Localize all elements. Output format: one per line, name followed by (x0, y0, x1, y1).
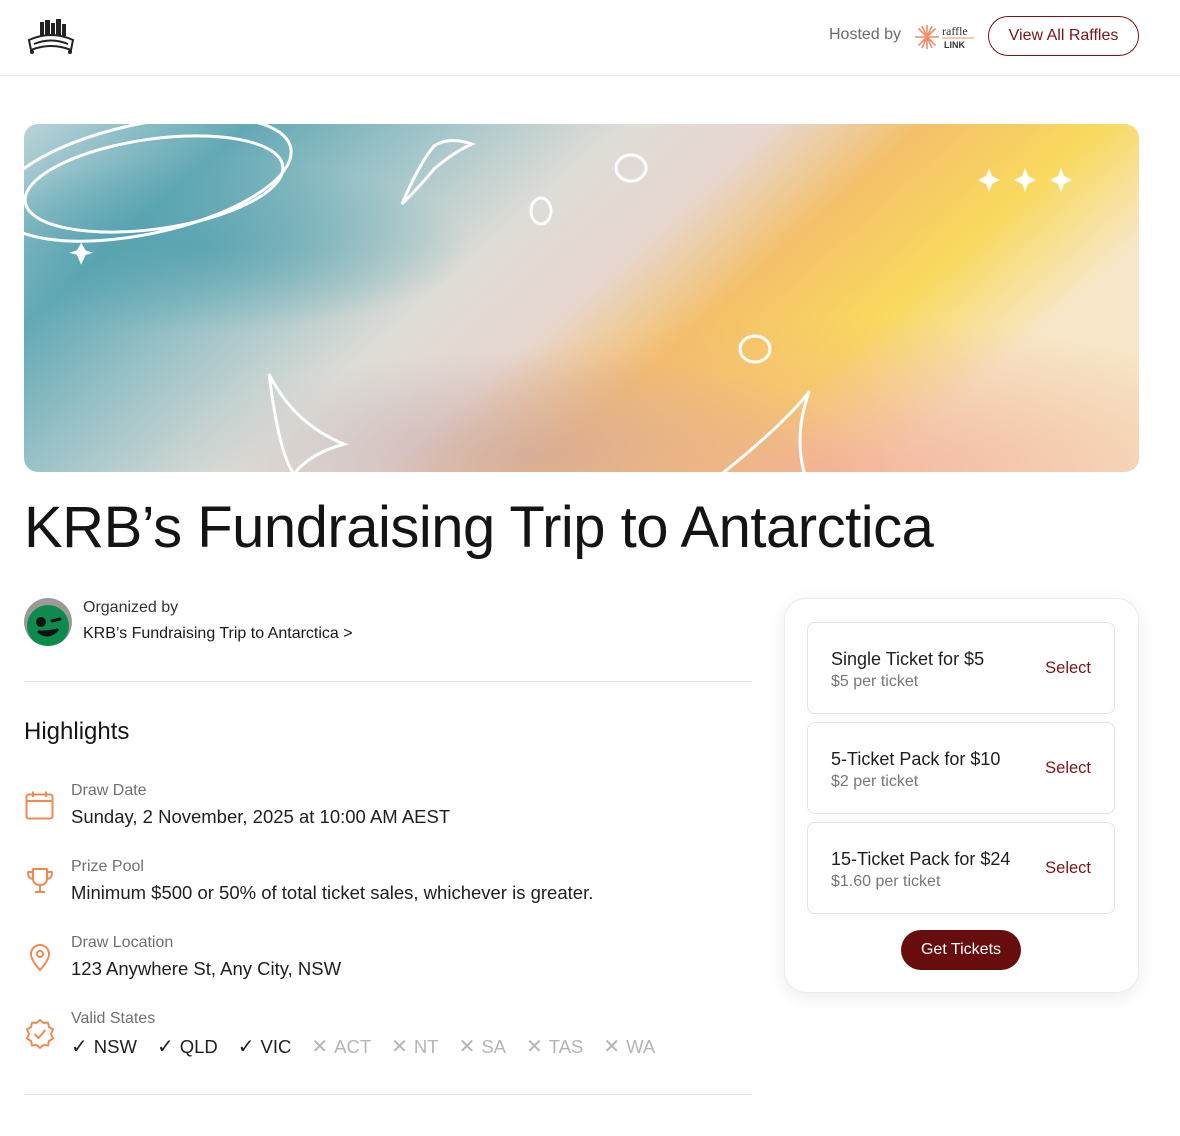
state-item-wa: ✕ WA (603, 1034, 655, 1059)
state-item-nt: ✕ NT (391, 1034, 438, 1059)
calendar-icon (24, 790, 56, 822)
state-name: SA (481, 1035, 507, 1057)
ticket-option-name: 15-Ticket Pack for $24 (831, 849, 1011, 869)
draw-location-label: Draw Location (71, 934, 174, 951)
ticket-option-name: 5-Ticket Pack for $10 (831, 749, 1001, 769)
valid-states-label: Valid States (71, 1010, 156, 1027)
state-name: QLD (179, 1035, 218, 1057)
ticket-option[interactable]: 15-Ticket Pack for $24 $1.60 per ticket … (807, 822, 1115, 914)
cross-icon: ✕ (458, 1036, 476, 1058)
state-item-tas: ✕ TAS (526, 1034, 583, 1059)
state-item-nsw: ✓ NSW (71, 1034, 137, 1059)
svg-text:raffle: raffle (942, 24, 968, 38)
state-name: VIC (260, 1035, 292, 1057)
check-icon: ✓ (237, 1036, 255, 1058)
select-ticket-button[interactable]: Select (1045, 859, 1091, 878)
state-name: WA (626, 1035, 656, 1057)
draw-date-label: Draw Date (71, 782, 147, 799)
select-ticket-button[interactable]: Select (1045, 759, 1091, 778)
organizer-avatar[interactable] (24, 598, 72, 646)
organized-by-label: Organized by (83, 599, 179, 616)
state-item-qld: ✓ QLD (157, 1034, 218, 1059)
highlights-heading: Highlights (24, 718, 130, 745)
rafflelink-logo: raffle LINK (914, 22, 978, 52)
prize-pool-label: Prize Pool (71, 858, 144, 875)
prize-pool-value: Minimum $500 or 50% of total ticket sale… (71, 882, 594, 903)
draw-location-value: 123 Anywhere St, Any City, NSW (71, 958, 342, 979)
organization-logo[interactable] (26, 18, 76, 58)
view-all-raffles-button[interactable]: View All Raffles (988, 16, 1139, 56)
valid-states-list: ✓ NSW ✓ QLD ✓ VIC ✕ ACT ✕ NT ✕ SA ✕ TAS ✕ WA (71, 1034, 675, 1059)
ticket-option[interactable]: Single Ticket for $5 $5 per ticket Selec… (807, 622, 1115, 714)
raffle-banner-image (24, 124, 1139, 472)
cross-icon: ✕ (526, 1036, 543, 1058)
location-pin-icon (24, 942, 56, 974)
trophy-icon (24, 866, 56, 898)
state-item-vic: ✓ VIC (238, 1034, 292, 1059)
state-name: NSW (93, 1035, 137, 1057)
cross-icon: ✕ (391, 1036, 408, 1058)
ticket-option-name: Single Ticket for $5 (831, 649, 985, 669)
hosted-by-label: Hosted by (829, 26, 902, 43)
divider (24, 1094, 752, 1095)
ticket-option-price-per-ticket: $5 per ticket (831, 673, 919, 690)
state-name: ACT (334, 1035, 372, 1057)
ticket-option-price-per-ticket: $2 per ticket (831, 773, 919, 790)
state-name: NT (413, 1035, 439, 1057)
ticket-option[interactable]: 5-Ticket Pack for $10 $2 per ticket Sele… (807, 722, 1115, 814)
get-tickets-button[interactable]: Get Tickets (901, 930, 1021, 970)
ticket-option-price-per-ticket: $1.60 per ticket (831, 873, 941, 890)
divider (24, 681, 752, 682)
cross-icon: ✕ (603, 1036, 621, 1058)
draw-date-value: Sunday, 2 November, 2025 at 10:00 AM AES… (71, 806, 451, 827)
select-ticket-button[interactable]: Select (1045, 659, 1091, 678)
organizer-link[interactable]: KRB’s Fundraising Trip to Antarctica > (83, 625, 353, 643)
cross-icon: ✕ (311, 1036, 329, 1058)
verified-badge-icon (24, 1018, 56, 1050)
raffle-title: KRB’s Fundraising Trip to Antarctica (24, 495, 934, 560)
state-item-sa: ✕ SA (459, 1034, 506, 1059)
check-icon: ✓ (71, 1036, 88, 1058)
top-header: Hosted by raffle LINK View All Raffles (0, 0, 1180, 76)
state-item-act: ✕ ACT (311, 1034, 371, 1059)
state-name: TAS (548, 1035, 584, 1057)
check-icon: ✓ (156, 1036, 174, 1058)
svg-text:LINK: LINK (944, 40, 965, 50)
